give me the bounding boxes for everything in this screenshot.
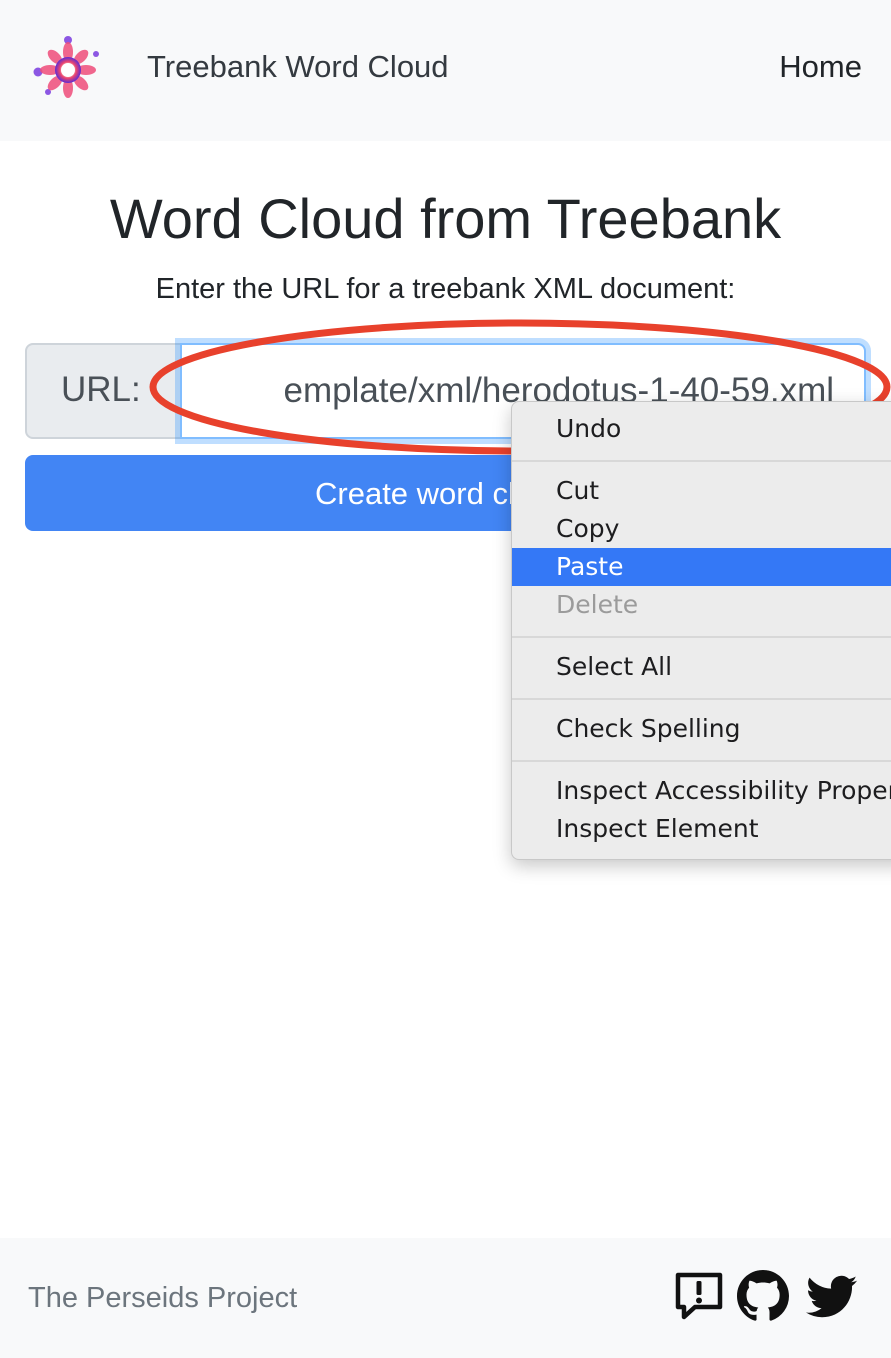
twitter-icon[interactable] [806, 1270, 858, 1322]
menu-item-inspect-accessibility[interactable]: Inspect Accessibility Properties [512, 772, 891, 810]
brand-title[interactable]: Treebank Word Cloud [147, 48, 449, 86]
menu-separator [512, 460, 891, 462]
navbar: Treebank Word Cloud Home [0, 0, 891, 141]
menu-separator [512, 698, 891, 700]
github-icon[interactable] [737, 1270, 789, 1322]
menu-item-cut[interactable]: Cut [512, 472, 891, 510]
menu-item-check-spelling[interactable]: Check Spelling [512, 710, 891, 748]
treebank-logo-icon[interactable] [30, 32, 106, 108]
menu-item-inspect-element[interactable]: Inspect Element [512, 810, 891, 848]
page-subtitle: Enter the URL for a treebank XML documen… [155, 273, 736, 305]
url-label: URL: [25, 343, 187, 439]
menu-separator [512, 636, 891, 638]
context-menu: Undo Cut Copy Paste Delete Select All Ch… [511, 401, 891, 860]
feedback-icon[interactable] [673, 1270, 725, 1322]
menu-item-delete: Delete [556, 590, 639, 619]
page-title: Word Cloud from Treebank [109, 187, 782, 250]
nav-home-link[interactable]: Home [779, 48, 862, 86]
footer-project-name: The Perseids Project [28, 1282, 298, 1314]
menu-item-copy[interactable]: Copy [512, 510, 891, 548]
footer: The Perseids Project [0, 1238, 891, 1358]
menu-item-select-all[interactable]: Select All [512, 648, 891, 686]
menu-item-paste[interactable]: Paste [512, 548, 891, 586]
menu-item-undo[interactable]: Undo [512, 410, 891, 448]
menu-separator [512, 760, 891, 762]
